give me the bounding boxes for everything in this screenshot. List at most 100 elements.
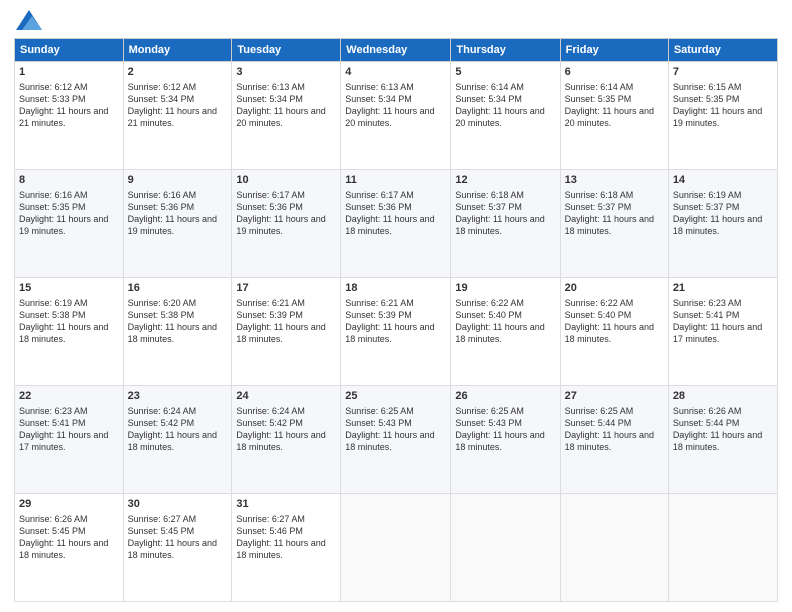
calendar-cell: 7Sunrise: 6:15 AMSunset: 5:35 PMDaylight… [668,62,777,170]
day-number: 9 [128,173,228,188]
day-detail: Sunrise: 6:24 AMSunset: 5:42 PMDaylight:… [236,405,336,454]
calendar-cell: 18Sunrise: 6:21 AMSunset: 5:39 PMDayligh… [341,278,451,386]
day-number: 17 [236,281,336,296]
day-detail: Sunrise: 6:12 AMSunset: 5:33 PMDaylight:… [19,81,119,130]
day-number: 1 [19,65,119,80]
calendar-cell: 19Sunrise: 6:22 AMSunset: 5:40 PMDayligh… [451,278,560,386]
calendar-cell: 12Sunrise: 6:18 AMSunset: 5:37 PMDayligh… [451,170,560,278]
day-detail: Sunrise: 6:21 AMSunset: 5:39 PMDaylight:… [345,297,446,346]
calendar-cell: 27Sunrise: 6:25 AMSunset: 5:44 PMDayligh… [560,386,668,494]
calendar-cell [668,494,777,602]
calendar-cell: 20Sunrise: 6:22 AMSunset: 5:40 PMDayligh… [560,278,668,386]
day-number: 25 [345,389,446,404]
day-number: 4 [345,65,446,80]
day-number: 8 [19,173,119,188]
day-detail: Sunrise: 6:27 AMSunset: 5:45 PMDaylight:… [128,513,228,562]
day-detail: Sunrise: 6:18 AMSunset: 5:37 PMDaylight:… [455,189,555,238]
calendar-cell: 4Sunrise: 6:13 AMSunset: 5:34 PMDaylight… [341,62,451,170]
calendar-cell: 14Sunrise: 6:19 AMSunset: 5:37 PMDayligh… [668,170,777,278]
logo [14,10,42,30]
calendar-cell: 25Sunrise: 6:25 AMSunset: 5:43 PMDayligh… [341,386,451,494]
calendar-cell [451,494,560,602]
day-detail: Sunrise: 6:16 AMSunset: 5:36 PMDaylight:… [128,189,228,238]
calendar-header-sunday: Sunday [15,39,124,62]
calendar-cell [341,494,451,602]
calendar-cell: 13Sunrise: 6:18 AMSunset: 5:37 PMDayligh… [560,170,668,278]
day-detail: Sunrise: 6:27 AMSunset: 5:46 PMDaylight:… [236,513,336,562]
calendar-cell: 16Sunrise: 6:20 AMSunset: 5:38 PMDayligh… [123,278,232,386]
day-number: 26 [455,389,555,404]
calendar-cell: 1Sunrise: 6:12 AMSunset: 5:33 PMDaylight… [15,62,124,170]
day-detail: Sunrise: 6:25 AMSunset: 5:44 PMDaylight:… [565,405,664,454]
day-detail: Sunrise: 6:22 AMSunset: 5:40 PMDaylight:… [565,297,664,346]
day-detail: Sunrise: 6:13 AMSunset: 5:34 PMDaylight:… [345,81,446,130]
calendar-cell: 2Sunrise: 6:12 AMSunset: 5:34 PMDaylight… [123,62,232,170]
day-detail: Sunrise: 6:20 AMSunset: 5:38 PMDaylight:… [128,297,228,346]
calendar-cell: 10Sunrise: 6:17 AMSunset: 5:36 PMDayligh… [232,170,341,278]
page: SundayMondayTuesdayWednesdayThursdayFrid… [0,0,792,612]
day-number: 28 [673,389,773,404]
logo-icon [16,10,42,30]
calendar-header-friday: Friday [560,39,668,62]
day-number: 18 [345,281,446,296]
day-detail: Sunrise: 6:14 AMSunset: 5:34 PMDaylight:… [455,81,555,130]
day-number: 12 [455,173,555,188]
calendar-week-row: 1Sunrise: 6:12 AMSunset: 5:33 PMDaylight… [15,62,778,170]
day-detail: Sunrise: 6:21 AMSunset: 5:39 PMDaylight:… [236,297,336,346]
day-number: 31 [236,497,336,512]
calendar-cell: 11Sunrise: 6:17 AMSunset: 5:36 PMDayligh… [341,170,451,278]
calendar-cell: 28Sunrise: 6:26 AMSunset: 5:44 PMDayligh… [668,386,777,494]
calendar-table: SundayMondayTuesdayWednesdayThursdayFrid… [14,38,778,602]
calendar-cell: 21Sunrise: 6:23 AMSunset: 5:41 PMDayligh… [668,278,777,386]
day-number: 30 [128,497,228,512]
calendar-cell: 5Sunrise: 6:14 AMSunset: 5:34 PMDaylight… [451,62,560,170]
day-number: 7 [673,65,773,80]
day-number: 10 [236,173,336,188]
calendar-cell: 22Sunrise: 6:23 AMSunset: 5:41 PMDayligh… [15,386,124,494]
day-detail: Sunrise: 6:23 AMSunset: 5:41 PMDaylight:… [19,405,119,454]
day-detail: Sunrise: 6:12 AMSunset: 5:34 PMDaylight:… [128,81,228,130]
day-detail: Sunrise: 6:14 AMSunset: 5:35 PMDaylight:… [565,81,664,130]
day-number: 3 [236,65,336,80]
day-number: 22 [19,389,119,404]
day-detail: Sunrise: 6:26 AMSunset: 5:45 PMDaylight:… [19,513,119,562]
calendar-header-tuesday: Tuesday [232,39,341,62]
day-detail: Sunrise: 6:25 AMSunset: 5:43 PMDaylight:… [345,405,446,454]
calendar-cell [560,494,668,602]
calendar-cell: 3Sunrise: 6:13 AMSunset: 5:34 PMDaylight… [232,62,341,170]
day-detail: Sunrise: 6:17 AMSunset: 5:36 PMDaylight:… [236,189,336,238]
day-number: 27 [565,389,664,404]
calendar-header-thursday: Thursday [451,39,560,62]
day-detail: Sunrise: 6:17 AMSunset: 5:36 PMDaylight:… [345,189,446,238]
day-detail: Sunrise: 6:13 AMSunset: 5:34 PMDaylight:… [236,81,336,130]
day-number: 2 [128,65,228,80]
day-detail: Sunrise: 6:16 AMSunset: 5:35 PMDaylight:… [19,189,119,238]
calendar-cell: 31Sunrise: 6:27 AMSunset: 5:46 PMDayligh… [232,494,341,602]
header [14,10,778,30]
day-number: 19 [455,281,555,296]
day-number: 14 [673,173,773,188]
day-number: 16 [128,281,228,296]
calendar-week-row: 8Sunrise: 6:16 AMSunset: 5:35 PMDaylight… [15,170,778,278]
calendar-cell: 29Sunrise: 6:26 AMSunset: 5:45 PMDayligh… [15,494,124,602]
calendar-cell: 26Sunrise: 6:25 AMSunset: 5:43 PMDayligh… [451,386,560,494]
day-number: 11 [345,173,446,188]
day-number: 5 [455,65,555,80]
calendar-cell: 9Sunrise: 6:16 AMSunset: 5:36 PMDaylight… [123,170,232,278]
day-detail: Sunrise: 6:19 AMSunset: 5:37 PMDaylight:… [673,189,773,238]
calendar-header-wednesday: Wednesday [341,39,451,62]
day-detail: Sunrise: 6:26 AMSunset: 5:44 PMDaylight:… [673,405,773,454]
day-number: 24 [236,389,336,404]
calendar-week-row: 15Sunrise: 6:19 AMSunset: 5:38 PMDayligh… [15,278,778,386]
day-number: 15 [19,281,119,296]
calendar-cell: 15Sunrise: 6:19 AMSunset: 5:38 PMDayligh… [15,278,124,386]
day-detail: Sunrise: 6:19 AMSunset: 5:38 PMDaylight:… [19,297,119,346]
calendar-cell: 24Sunrise: 6:24 AMSunset: 5:42 PMDayligh… [232,386,341,494]
calendar-cell: 30Sunrise: 6:27 AMSunset: 5:45 PMDayligh… [123,494,232,602]
day-number: 20 [565,281,664,296]
day-number: 13 [565,173,664,188]
day-detail: Sunrise: 6:22 AMSunset: 5:40 PMDaylight:… [455,297,555,346]
day-number: 21 [673,281,773,296]
day-detail: Sunrise: 6:23 AMSunset: 5:41 PMDaylight:… [673,297,773,346]
day-detail: Sunrise: 6:15 AMSunset: 5:35 PMDaylight:… [673,81,773,130]
